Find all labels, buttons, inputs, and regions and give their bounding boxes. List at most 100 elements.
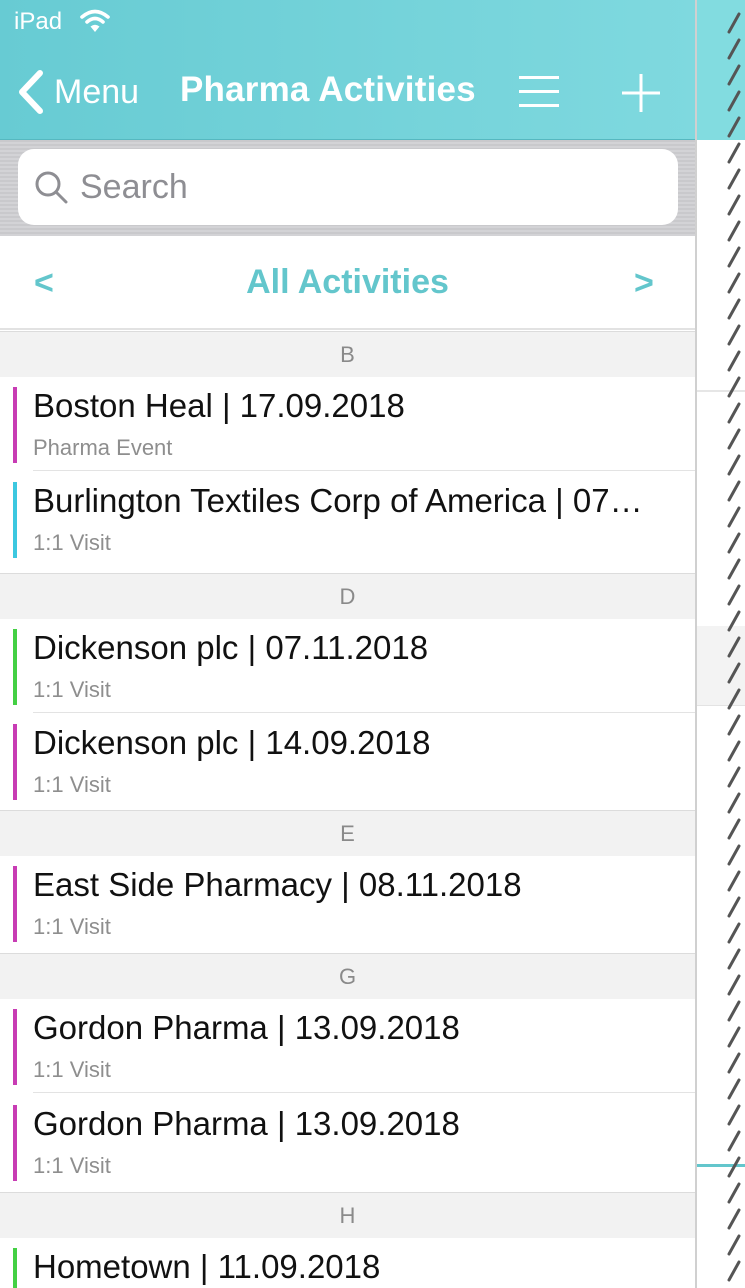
section-header-d: D [0, 573, 695, 619]
wifi-icon [80, 9, 110, 32]
activity-color-bar [13, 724, 17, 800]
edge-stroke [727, 376, 741, 398]
filter-title: All Activities [246, 263, 449, 301]
list-item-title: East Side Pharmacy | 08.11.2018 [33, 866, 522, 903]
edge-stroke [727, 766, 741, 788]
edge-stroke [727, 610, 741, 632]
row-divider [33, 1092, 695, 1093]
edge-stroke [727, 246, 741, 268]
edge-stroke [727, 428, 741, 450]
list-item[interactable]: East Side Pharmacy | 08.11.2018 1:1 Visi… [0, 856, 695, 950]
status-device-label: iPad [14, 8, 63, 35]
edge-stroke [727, 1156, 741, 1178]
list-item-title: Burlington Textiles Corp of America | 07… [33, 482, 643, 519]
back-button-label: Menu [54, 72, 140, 111]
activity-color-bar [13, 387, 17, 463]
edge-stroke [727, 1234, 741, 1256]
activity-color-bar [13, 1105, 17, 1181]
edge-stroke [727, 298, 741, 320]
edge-stroke [727, 922, 741, 944]
edge-stroke [727, 662, 741, 684]
page-edge-decoration [727, 12, 741, 1282]
list-item[interactable]: Burlington Textiles Corp of America | 07… [0, 472, 695, 566]
edge-stroke [727, 116, 741, 138]
edge-stroke [727, 636, 741, 658]
edge-stroke [727, 1000, 741, 1022]
edge-stroke [727, 1052, 741, 1074]
search-input[interactable]: Search [18, 149, 678, 225]
list-item[interactable]: Hometown | 11.09.2018 [0, 1238, 695, 1288]
detail-panel [697, 0, 745, 1288]
edge-stroke [727, 740, 741, 762]
chevron-left-icon [19, 70, 43, 114]
list-item-subtitle: Pharma Event [33, 435, 173, 460]
edge-stroke [727, 1182, 741, 1204]
edge-stroke [727, 818, 741, 840]
add-icon[interactable] [620, 72, 662, 114]
edge-stroke [727, 1260, 741, 1282]
edge-stroke [727, 896, 741, 918]
edge-stroke [727, 532, 741, 554]
edge-stroke [727, 168, 741, 190]
edge-stroke [727, 402, 741, 424]
list-item-title: Gordon Pharma | 13.09.2018 [33, 1009, 460, 1046]
edge-stroke [727, 38, 741, 60]
edge-stroke [727, 324, 741, 346]
edge-stroke [727, 1078, 741, 1100]
section-header-g: G [0, 953, 695, 999]
back-button[interactable]: Menu [16, 68, 139, 116]
edge-stroke [727, 454, 741, 476]
menu-icon[interactable] [518, 72, 560, 112]
edge-stroke [727, 480, 741, 502]
activity-color-bar [13, 482, 17, 558]
list-item-subtitle: 1:1 Visit [33, 530, 111, 555]
edge-stroke [727, 12, 741, 34]
list-item[interactable]: Gordon Pharma | 13.09.2018 1:1 Visit [0, 1095, 695, 1189]
page-title: Pharma Activities [180, 70, 476, 109]
edge-stroke [727, 220, 741, 242]
activity-color-bar [13, 629, 17, 705]
list-item[interactable]: Boston Heal | 17.09.2018 Pharma Event [0, 377, 695, 471]
edge-stroke [727, 64, 741, 86]
search-icon [35, 171, 68, 204]
list-item-title: Boston Heal | 17.09.2018 [33, 387, 405, 424]
edge-stroke [727, 1026, 741, 1048]
list-item-title: Dickenson plc | 14.09.2018 [33, 724, 431, 761]
row-divider [33, 712, 695, 713]
list-item-subtitle: 1:1 Visit [33, 1057, 111, 1082]
section-header-h: H [0, 1192, 695, 1238]
edge-stroke [727, 714, 741, 736]
search-placeholder: Search [80, 167, 188, 206]
edge-stroke [727, 142, 741, 164]
edge-stroke [727, 584, 741, 606]
edge-stroke [727, 1104, 741, 1126]
search-area: Search [0, 140, 695, 236]
list-item-subtitle: 1:1 Visit [33, 914, 111, 939]
section-header-e: E [0, 810, 695, 856]
edge-stroke [727, 558, 741, 580]
list-item-title: Gordon Pharma | 13.09.2018 [33, 1105, 460, 1142]
row-divider [33, 470, 695, 471]
edge-stroke [727, 194, 741, 216]
edge-stroke [727, 1208, 741, 1230]
edge-stroke [727, 974, 741, 996]
list-item-subtitle: 1:1 Visit [33, 1153, 111, 1178]
list-item-subtitle: 1:1 Visit [33, 677, 111, 702]
filter-next-button[interactable]: > [634, 264, 654, 303]
navigation-bar: iPad Menu Pharma Activities [0, 0, 695, 140]
list-item[interactable]: Dickenson plc | 07.11.2018 1:1 Visit [0, 619, 695, 713]
edge-stroke [727, 688, 741, 710]
edge-stroke [727, 870, 741, 892]
edge-stroke [727, 844, 741, 866]
activity-color-bar [13, 866, 17, 942]
master-panel: iPad Menu Pharma Activities Search < All… [0, 0, 695, 1288]
list-item-title: Dickenson plc | 07.11.2018 [33, 629, 429, 666]
list-item[interactable]: Dickenson plc | 14.09.2018 1:1 Visit [0, 714, 695, 808]
section-header-b: B [0, 331, 695, 377]
list-item[interactable]: Gordon Pharma | 13.09.2018 1:1 Visit [0, 999, 695, 1093]
edge-stroke [727, 948, 741, 970]
activity-color-bar [13, 1009, 17, 1085]
edge-stroke [727, 90, 741, 112]
list-item-title: Hometown | 11.09.2018 [33, 1248, 381, 1285]
edge-stroke [727, 506, 741, 528]
